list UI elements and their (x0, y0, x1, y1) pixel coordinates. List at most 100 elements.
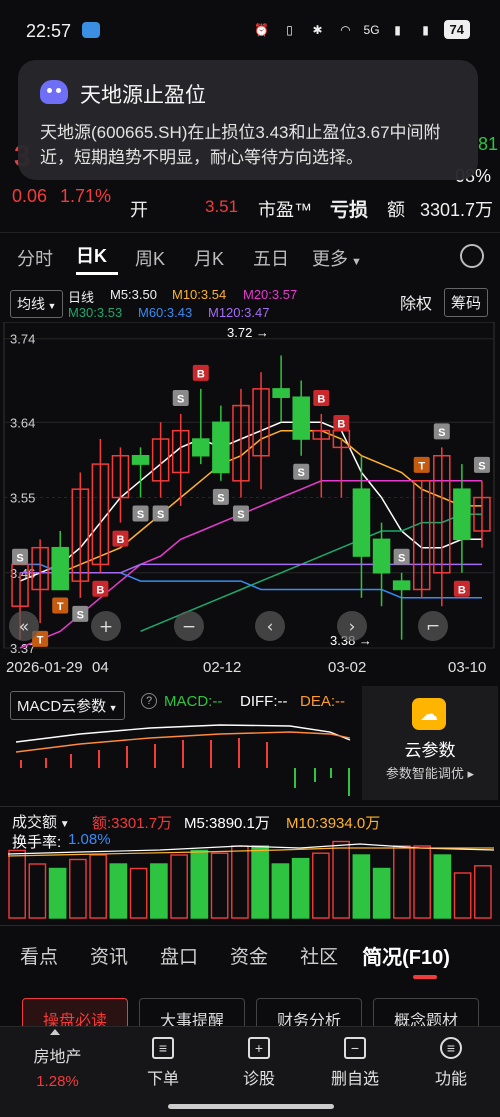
zoom-in-icon[interactable]: + (99, 617, 113, 637)
signal-marker-label: S (398, 552, 405, 564)
x-axis-label: 03-10 (448, 659, 486, 676)
tab-f10[interactable]: 简况(F10) (362, 941, 450, 970)
volume-bar (89, 854, 107, 919)
macd-bar (70, 754, 72, 768)
x-axis-label: 02-12 (203, 659, 241, 676)
y-tick-label: 3.55 (10, 491, 35, 506)
settings-icon[interactable] (460, 244, 484, 268)
volume-bar (474, 865, 492, 919)
tab-orderbook[interactable]: 盘口 (160, 942, 198, 969)
ma-select-label: 均线 (17, 296, 45, 312)
weather-icon (82, 22, 100, 38)
robot-icon (40, 80, 68, 104)
volume-bar (129, 867, 148, 919)
help-icon[interactable]: ? (141, 693, 157, 709)
order-icon: ≡ (152, 1037, 174, 1059)
volume-chart (7, 840, 495, 919)
right-partial-1: 81 (478, 134, 499, 154)
cloud-param-card[interactable]: ☁ 云参数 参数智能调优 ▸ (362, 686, 498, 800)
status-time: 22:57 (26, 21, 72, 41)
signal-marker-label: B (116, 534, 124, 546)
macd-bar (154, 744, 156, 768)
x-axis-label: 2026-01-29 (6, 659, 83, 676)
info-tabs: 看点 资讯 盘口 资金 社区 简况(F10) (0, 935, 500, 975)
tab-funds[interactable]: 资金 (230, 942, 268, 969)
signal-marker-label: S (438, 427, 445, 439)
candle-body (392, 580, 411, 591)
cloud-icon: ☁ (412, 698, 446, 730)
plus-box-icon: + (248, 1037, 270, 1059)
signal-marker-label: B (96, 584, 104, 596)
macd-bar (330, 768, 332, 778)
bluetooth-icon: ✱ (312, 22, 323, 37)
nav-remove-watchlist[interactable]: − 删自选 (320, 1037, 390, 1089)
nav-order-label: 下单 (146, 1071, 179, 1088)
tab-news[interactable]: 资讯 (90, 942, 128, 969)
volume-bar (210, 852, 229, 919)
ma-line-m120 (20, 563, 482, 574)
ma-select[interactable]: 均线 ▼ (10, 290, 64, 318)
tab-intraday[interactable]: 分时 (17, 245, 59, 271)
macd-bar (45, 758, 47, 768)
status-bar: 22:57 ⏰ ▯ ✱ ◠ 5G ▮ ▮ 74 (0, 0, 500, 62)
nav-order[interactable]: ≡ 下单 (128, 1037, 198, 1089)
chevron-left-icon[interactable]: ‹ (267, 617, 274, 637)
macd-bar (126, 746, 128, 768)
signal-icon: ▮ (394, 22, 401, 37)
tab-daily-k[interactable]: 日K (76, 242, 118, 275)
nav-functions[interactable]: ≡ 功能 (416, 1037, 486, 1089)
signal-marker-label: T (57, 601, 64, 613)
fullscreen-icon[interactable]: ⌐ (426, 617, 440, 637)
chevron-right-icon: ▸ (463, 766, 475, 781)
minus-box-icon: − (344, 1037, 366, 1059)
nav-functions-label: 功能 (434, 1071, 467, 1088)
caret-up-icon (50, 1029, 60, 1035)
candle-body (352, 488, 371, 557)
volume-bar (28, 863, 47, 919)
notification-card[interactable]: 天地源止盈位 天地源(600665.SH)在止损位3.43和止盈位3.67中间附… (18, 60, 478, 180)
nav-diagnose[interactable]: + 诊股 (224, 1037, 294, 1089)
signal-marker-label: S (217, 492, 224, 504)
volume-bar (352, 854, 371, 919)
dea-value: DEA:-- (300, 693, 345, 710)
cloud-subtitle-text: 参数智能调优 (385, 766, 464, 781)
scroll-left-icon[interactable]: « (19, 617, 29, 637)
fq-button[interactable]: 除权 (400, 290, 432, 314)
x-axis-label: 03-02 (328, 659, 366, 676)
y-tick-label: 3.74 (10, 332, 35, 347)
tab-highlights[interactable]: 看点 (20, 942, 58, 969)
signal-marker-label: S (137, 509, 144, 521)
signal-marker-label: S (16, 552, 23, 564)
candle-body (453, 488, 471, 541)
legend-m60: M60:3.43 (138, 305, 193, 320)
tab-weekly-k[interactable]: 周K (135, 245, 177, 271)
tab-monthly-k[interactable]: 月K (194, 245, 236, 271)
chevron-right-icon[interactable]: › (349, 617, 356, 637)
macd-bar (314, 768, 316, 782)
candlestick-chart[interactable]: 3.743.643.553.463.37STTSBBS SSBSSSBBSTSBS… (0, 322, 500, 684)
candle-body (272, 388, 290, 398)
status-icons: ⏰ ▯ ✱ ◠ 5G ▮ ▮ 74 (252, 20, 470, 39)
macd-bar (210, 740, 212, 768)
wifi-icon: ◠ (340, 22, 351, 37)
zoom-out-icon[interactable]: − (182, 617, 196, 637)
signal-marker-label: S (478, 460, 485, 472)
pe-label: 市盈™ (258, 200, 312, 220)
tab-five-day[interactable]: 五日 (253, 245, 295, 271)
tab-more[interactable]: 更多 ▼ (312, 245, 372, 271)
volume-bar (8, 849, 26, 919)
macd-bar (238, 738, 240, 768)
diff-value: DIFF:-- (240, 693, 288, 710)
vibrate-icon: ▯ (286, 22, 293, 37)
ma-line-m60 (20, 563, 482, 599)
signal-marker-label: B (458, 584, 466, 596)
menu-icon: ≡ (440, 1037, 462, 1059)
volume-bar (433, 854, 452, 919)
amount-value: 3301.7万 (420, 200, 494, 220)
macd-bar (20, 760, 22, 768)
tab-community[interactable]: 社区 (300, 942, 338, 969)
chip-button[interactable]: 筹码 (444, 288, 489, 317)
signal-marker-label: B (317, 393, 325, 405)
sector-name[interactable]: 房地产 (20, 1043, 95, 1067)
legend-m20: M20:3.57 (243, 287, 298, 302)
